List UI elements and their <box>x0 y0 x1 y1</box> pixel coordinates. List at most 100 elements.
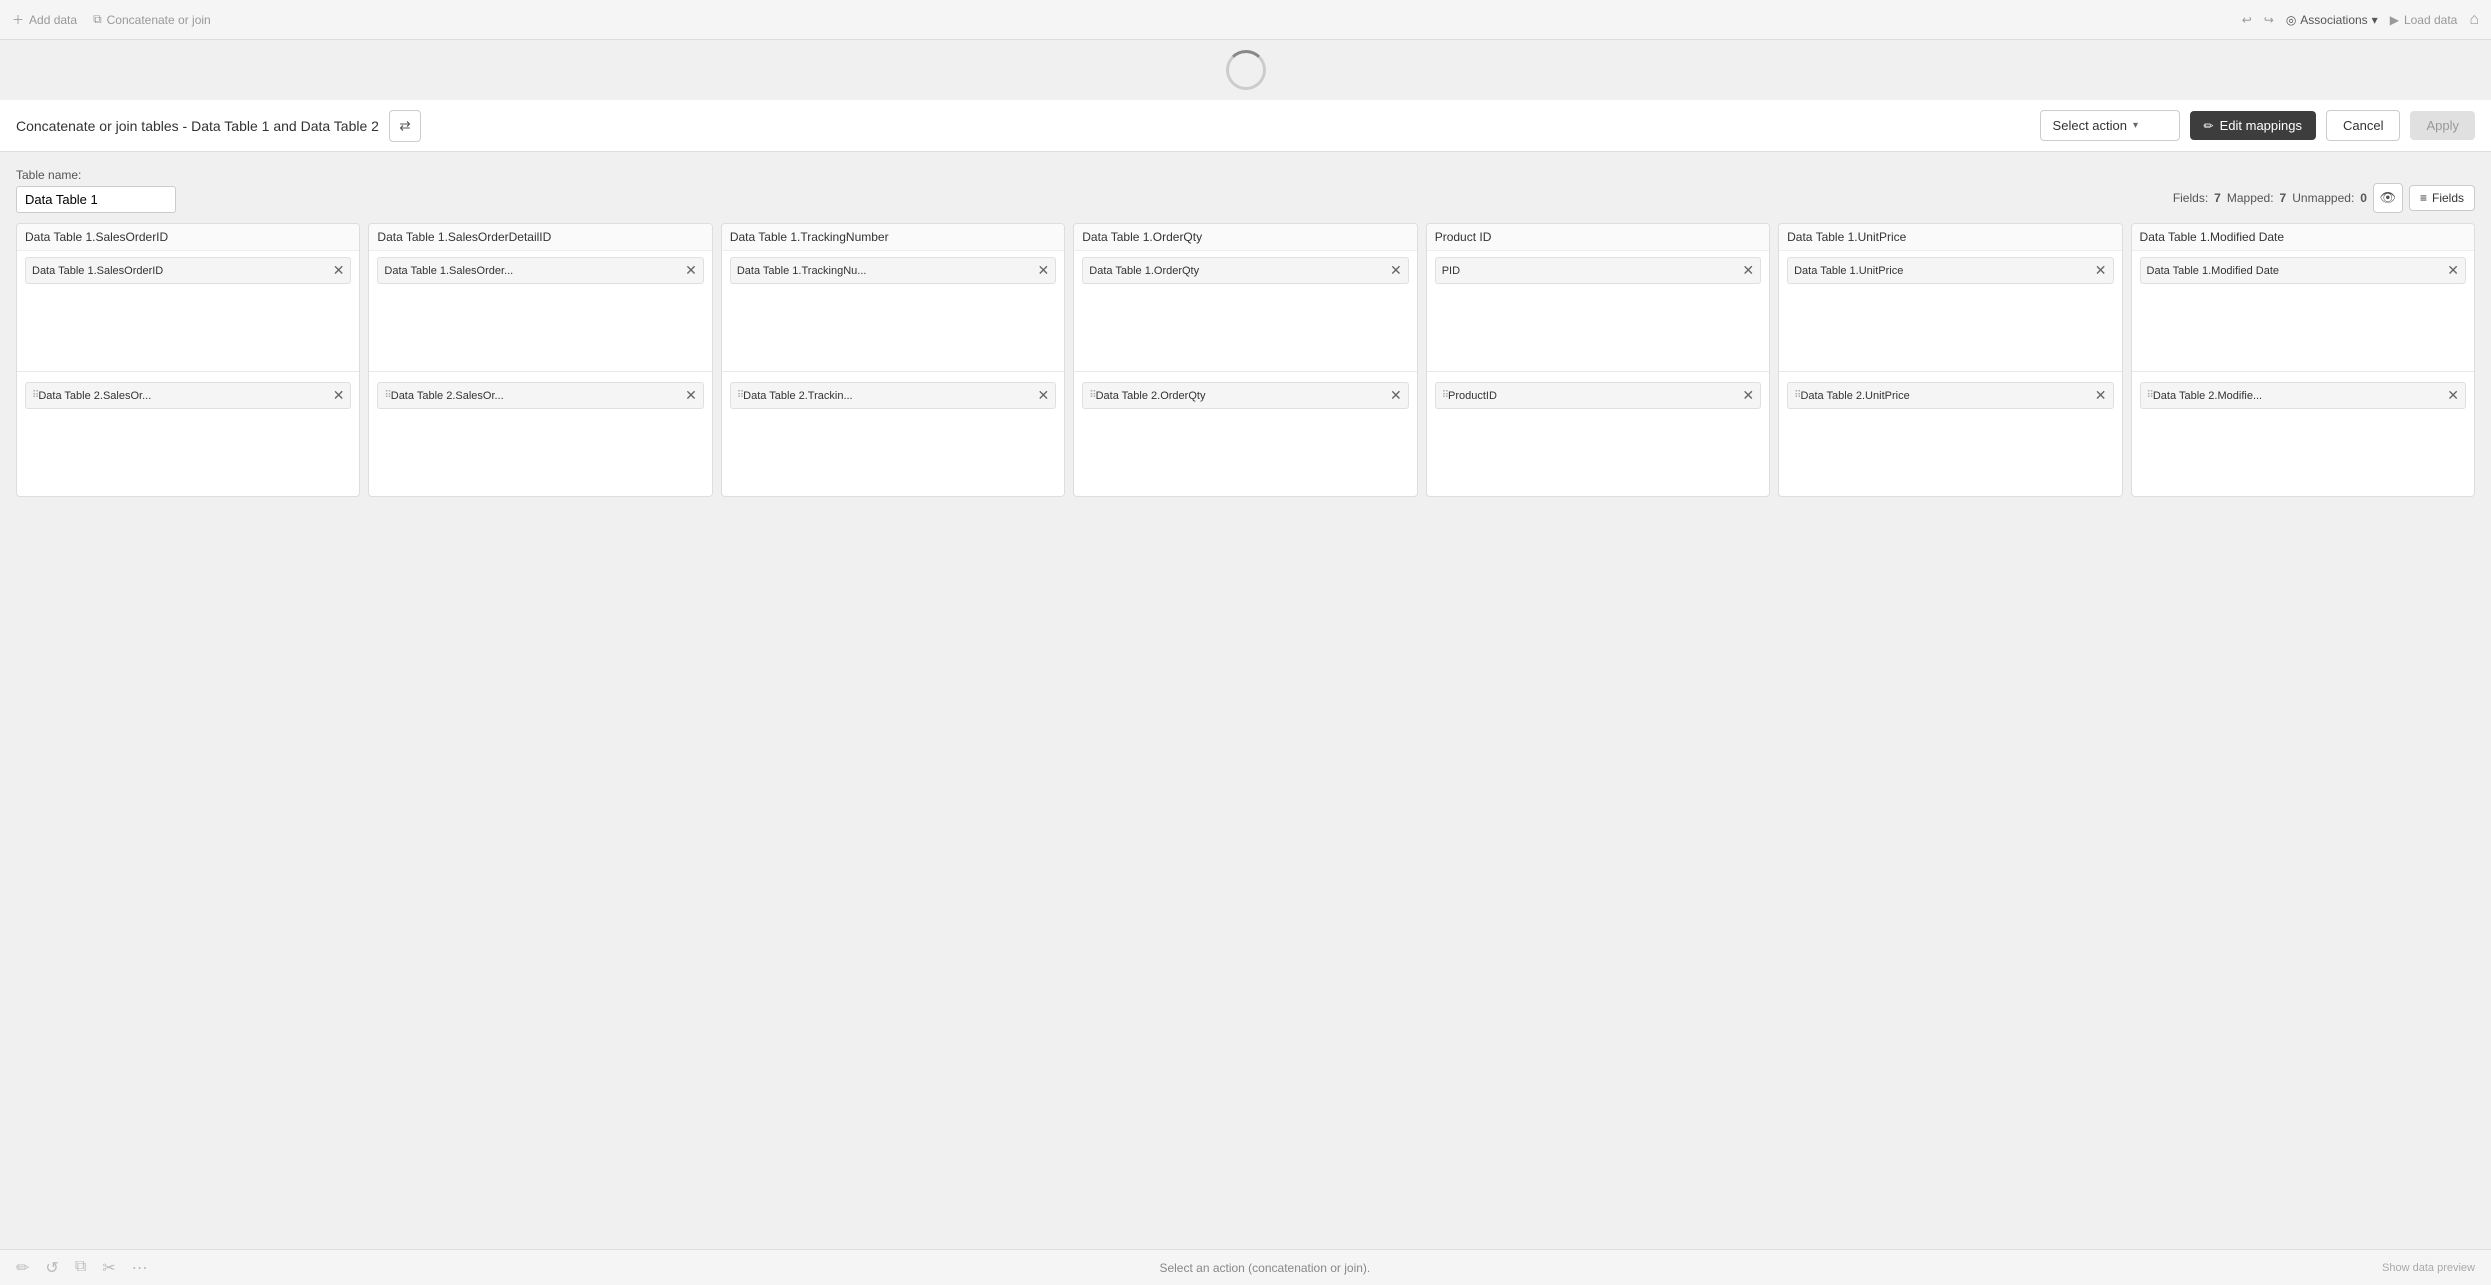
chevron-down-icon: ▾ <box>2372 13 2378 27</box>
refresh-icon[interactable]: ↺ <box>45 1258 58 1278</box>
row1-chip-text-6: Data Table 1.Modified Date <box>2147 265 2444 277</box>
redo-button[interactable]: ↪ <box>2264 13 2274 27</box>
row1-close-2[interactable]: ✕ <box>1038 262 1050 279</box>
separator-5 <box>1779 371 2121 372</box>
top-nav-right: ↩ ↪ ◎ Associations ▾ ▶ Load data ⌂ <box>2242 11 2479 29</box>
row1-area-3: Data Table 1.OrderQty✕ <box>1074 251 1416 371</box>
column-header-2: Data Table 1.TrackingNumber <box>722 224 1064 251</box>
column-card-2: Data Table 1.TrackingNumber Data Table 1.… <box>721 223 1065 497</box>
column-header-5: Data Table 1.UnitPrice <box>1779 224 2121 251</box>
add-data-label: Add data <box>29 13 77 27</box>
bottom-bar: ✏ ↺ ⧉ ✂ ⋯ Select an action (concatenatio… <box>0 1249 2491 1285</box>
column-header-4: Product ID <box>1427 224 1769 251</box>
row2-chip-2: ⠿Data Table 2.Trackin...✕ <box>730 382 1056 409</box>
associations-tab[interactable]: ◎ Associations ▾ <box>2286 13 2378 27</box>
top-nav-left: ＋ Add data ⧉ Concatenate or join <box>12 11 211 28</box>
load-data-action[interactable]: ▶ Load data <box>2390 13 2458 27</box>
row2-area-6: ⠿Data Table 2.Modifie...✕ <box>2132 376 2474 496</box>
row1-chip-text-2: Data Table 1.TrackingNu... <box>737 265 1034 277</box>
fields-count: 7 <box>2214 191 2221 205</box>
row2-chip-text-6: Data Table 2.Modifie... <box>2153 390 2443 402</box>
unmapped-label: Unmapped: <box>2292 191 2354 205</box>
row1-close-3[interactable]: ✕ <box>1390 262 1402 279</box>
eye-button[interactable]: 👁 <box>2373 183 2403 213</box>
edit-icon[interactable]: ✏ <box>16 1258 29 1278</box>
columns-grid: Data Table 1.SalesOrderIDData Table 1.Sa… <box>16 223 2475 497</box>
column-header-3: Data Table 1.OrderQty <box>1074 224 1416 251</box>
unmapped-count: 0 <box>2360 191 2367 205</box>
row1-chip-text-4: PID <box>1442 265 1739 277</box>
row2-chip-text-5: Data Table 2.UnitPrice <box>1800 390 2090 402</box>
concatenate-icon: ⧉ <box>93 12 102 27</box>
row2-chip-0: ⠿Data Table 2.SalesOr...✕ <box>25 382 351 409</box>
redo-icon: ↪ <box>2264 13 2274 27</box>
apply-label: Apply <box>2426 118 2459 133</box>
copy-icon[interactable]: ⧉ <box>75 1258 86 1278</box>
edit-mappings-label: Edit mappings <box>2220 118 2302 133</box>
column-card-5: Data Table 1.UnitPrice Data Table 1.UnitP… <box>1778 223 2122 497</box>
column-card-0: Data Table 1.SalesOrderIDData Table 1.Sa… <box>16 223 360 497</box>
column-header-text-5: Data Table 1.UnitPrice <box>1787 230 2113 244</box>
row2-chip-6: ⠿Data Table 2.Modifie...✕ <box>2140 382 2466 409</box>
edit-mappings-button[interactable]: ✏ Edit mappings <box>2190 111 2316 140</box>
home-button[interactable]: ⌂ <box>2469 11 2479 29</box>
row1-chip-text-5: Data Table 1.UnitPrice <box>1794 265 2091 277</box>
status-text: Select an action (concatenation or join)… <box>148 1261 2382 1275</box>
row1-chip-0: Data Table 1.SalesOrderID ✕ <box>25 257 351 284</box>
show-data-preview-label: Show data preview <box>2382 1262 2475 1274</box>
more-icon[interactable]: ⋯ <box>132 1258 148 1278</box>
row2-close-1[interactable]: ✕ <box>685 387 697 404</box>
fields-button[interactable]: ≡ Fields <box>2409 185 2475 211</box>
row2-chip-text-1: Data Table 2.SalesOr... <box>391 390 681 402</box>
row1-close-0[interactable]: ✕ <box>333 262 345 279</box>
row1-chip-1: Data Table 1.SalesOrder...✕ <box>377 257 703 284</box>
row2-close-3[interactable]: ✕ <box>1390 387 1402 404</box>
row1-chip-6: Data Table 1.Modified Date✕ <box>2140 257 2466 284</box>
row1-chip-text-0: Data Table 1.SalesOrderID <box>32 265 329 277</box>
associations-icon: ◎ <box>2286 13 2296 27</box>
column-header-text-6: Data Table 1.Modified Date <box>2140 230 2466 244</box>
row1-chip-2: Data Table 1.TrackingNu... ✕ <box>730 257 1056 284</box>
column-header-text-0: Data Table 1.SalesOrderID <box>25 230 351 244</box>
table-name-group: Table name: <box>16 168 176 213</box>
table-name-input[interactable] <box>16 186 176 213</box>
row2-close-6[interactable]: ✕ <box>2447 387 2459 404</box>
cancel-button[interactable]: Cancel <box>2326 110 2400 141</box>
row2-close-5[interactable]: ✕ <box>2095 387 2107 404</box>
row2-close-4[interactable]: ✕ <box>1742 387 1754 404</box>
fields-label: Fields: <box>2173 191 2208 205</box>
undo-button[interactable]: ↩ <box>2242 13 2252 27</box>
column-card-1: Data Table 1.SalesOrderDetailID Data Tabl… <box>368 223 712 497</box>
apply-button[interactable]: Apply <box>2410 111 2475 140</box>
column-card-4: Product IDPID✕⠿ProductID✕ <box>1426 223 1770 497</box>
concatenate-join-action[interactable]: ⧉ Concatenate or join <box>93 12 211 27</box>
add-data-action[interactable]: ＋ Add data <box>12 11 77 28</box>
row1-close-6[interactable]: ✕ <box>2447 262 2459 279</box>
column-header-1: Data Table 1.SalesOrderDetailID <box>369 224 711 251</box>
load-data-icon: ▶ <box>2390 13 2399 27</box>
row1-close-1[interactable]: ✕ <box>685 262 697 279</box>
bottom-bar-icons-left: ✏ ↺ ⧉ ✂ ⋯ <box>16 1258 148 1278</box>
load-data-label: Load data <box>2404 13 2457 27</box>
row2-close-2[interactable]: ✕ <box>1038 387 1050 404</box>
row2-chip-3: ⠿Data Table 2.OrderQty✕ <box>1082 382 1408 409</box>
row1-close-5[interactable]: ✕ <box>2095 262 2107 279</box>
page-title: Concatenate or join tables - Data Table … <box>16 118 379 134</box>
cut-icon[interactable]: ✂ <box>102 1258 115 1278</box>
mapped-count: 7 <box>2280 191 2287 205</box>
loading-spinner <box>1226 50 1266 90</box>
row2-chip-1: ⠿Data Table 2.SalesOr...✕ <box>377 382 703 409</box>
separator-2 <box>722 371 1064 372</box>
row1-close-4[interactable]: ✕ <box>1742 262 1754 279</box>
column-header-0: Data Table 1.SalesOrderID <box>17 224 359 251</box>
column-card-6: Data Table 1.Modified DateData Table 1.M… <box>2131 223 2475 497</box>
row1-area-1: Data Table 1.SalesOrder...✕ <box>369 251 711 371</box>
row2-area-0: ⠿Data Table 2.SalesOr...✕ <box>17 376 359 496</box>
select-action-button[interactable]: Select action ▾ <box>2040 110 2180 141</box>
chevron-down-icon: ▾ <box>2133 120 2138 131</box>
row2-close-0[interactable]: ✕ <box>333 387 345 404</box>
bottom-right: Show data preview <box>2382 1262 2475 1274</box>
top-nav: ＋ Add data ⧉ Concatenate or join ↩ ↪ ◎ A… <box>0 0 2491 40</box>
swap-button[interactable]: ⇄ <box>389 110 421 142</box>
row1-area-4: PID✕ <box>1427 251 1769 371</box>
